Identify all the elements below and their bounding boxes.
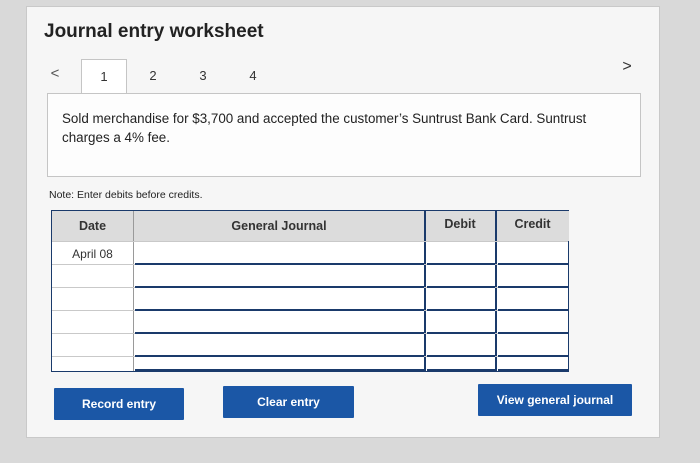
transaction-description-box: Sold merchandise for $3,700 and accepted… (47, 93, 641, 177)
row-3-credit-input[interactable] (498, 289, 568, 311)
row-2-credit-input[interactable] (498, 266, 568, 288)
row-1-date: April 08 (72, 247, 113, 261)
row-1-debit-input[interactable] (427, 243, 495, 265)
column-header-general-journal: General Journal (134, 211, 424, 241)
view-general-journal-button[interactable]: View general journal (478, 384, 632, 416)
column-divider (133, 211, 134, 371)
journal-entry-worksheet-panel: Journal entry worksheet < 1 2 3 4 > Sold… (26, 6, 660, 438)
transaction-description: Sold merchandise for $3,700 and accepted… (62, 111, 587, 145)
tab-4[interactable]: 4 (230, 59, 276, 93)
row-5-credit-input[interactable] (498, 335, 568, 357)
row-2-account-input[interactable] (135, 266, 424, 288)
row-6-account-input[interactable] (135, 357, 424, 371)
row-6-date[interactable] (52, 357, 133, 371)
row-4-account-input[interactable] (135, 312, 424, 334)
column-divider (424, 211, 426, 371)
clear-entry-button[interactable]: Clear entry (223, 386, 354, 418)
column-header-credit: Credit (496, 211, 569, 241)
row-1-credit-input[interactable] (498, 243, 568, 265)
row-3-account-input[interactable] (135, 289, 424, 311)
column-header-debit: Debit (425, 211, 495, 241)
row-4-debit-input[interactable] (427, 312, 495, 334)
row-3-debit-input[interactable] (427, 289, 495, 311)
tab-1[interactable]: 1 (81, 59, 127, 94)
row-3-date[interactable] (52, 289, 133, 311)
journal-table: Date General Journal Debit Credit April … (51, 210, 569, 372)
row-2-date[interactable] (52, 266, 133, 288)
row-2-debit-input[interactable] (427, 266, 495, 288)
column-divider (495, 211, 497, 371)
tab-2[interactable]: 2 (130, 59, 176, 93)
prev-arrow-icon[interactable]: < (45, 63, 65, 85)
column-header-date: Date (52, 211, 133, 241)
row-6-debit-input[interactable] (427, 357, 495, 371)
row-4-credit-input[interactable] (498, 312, 568, 334)
page-title: Journal entry worksheet (44, 21, 264, 42)
next-arrow-icon[interactable]: > (615, 55, 639, 79)
row-1-account-input[interactable] (135, 243, 424, 265)
row-divider (52, 241, 568, 242)
tab-3[interactable]: 3 (180, 59, 226, 93)
row-5-date[interactable] (52, 335, 133, 357)
record-entry-button[interactable]: Record entry (54, 388, 184, 420)
row-4-date[interactable] (52, 312, 133, 334)
row-5-account-input[interactable] (135, 335, 424, 357)
row-5-debit-input[interactable] (427, 335, 495, 357)
instruction-note: Note: Enter debits before credits. (49, 189, 203, 201)
row-6-credit-input[interactable] (498, 357, 568, 371)
